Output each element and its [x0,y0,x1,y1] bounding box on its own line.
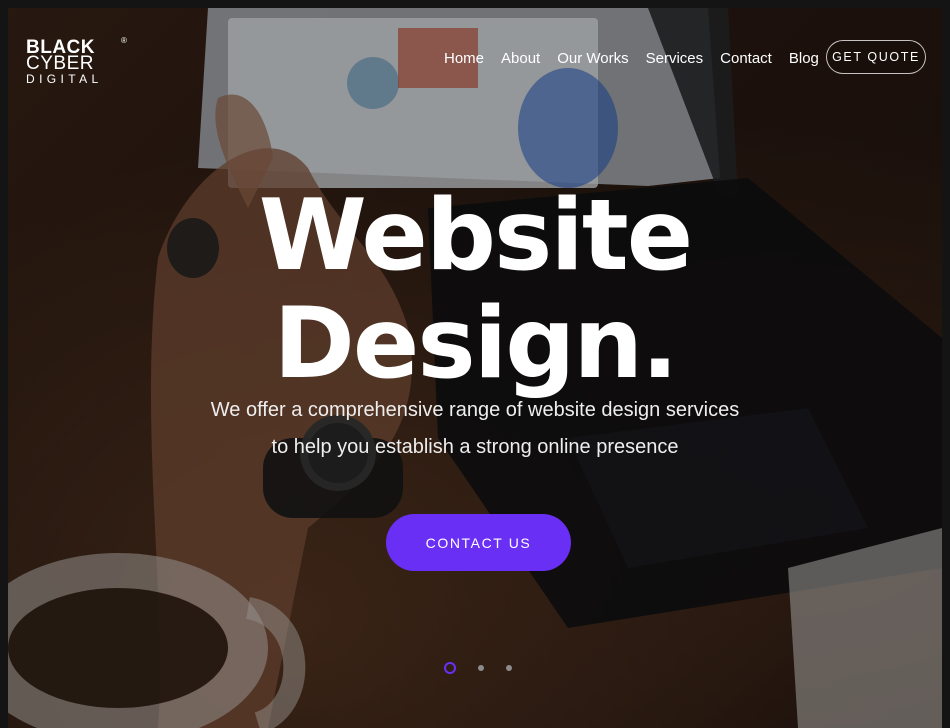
hero-section: BLACK CYBER DIGITAL ® Home About Our Wor… [8,8,942,728]
slider-pagination [444,662,512,674]
get-quote-button[interactable]: GET QUOTE [826,40,926,74]
nav-home[interactable]: Home [444,50,484,68]
slide-dot-2[interactable] [478,665,484,671]
nav-contact[interactable]: Contact [720,50,772,68]
nav-blog[interactable]: Blog [789,50,819,68]
slide-dot-3[interactable] [506,665,512,671]
hero-subtitle-line1: We offer a comprehensive range of websit… [210,399,740,421]
nav-our-works[interactable]: Our Works [557,50,628,68]
nav-about[interactable]: About [501,50,540,68]
brand-logo[interactable]: BLACK CYBER DIGITAL ® [26,36,127,86]
registered-mark: ® [121,36,127,45]
logo-line-digital: DIGITAL [26,72,103,86]
logo-line-cyber: CYBER [26,53,94,74]
main-nav: Home About Our Works Services Contact Bl… [444,50,836,68]
contact-us-button[interactable]: CONTACT US [386,514,571,571]
hero-subtitle-line2: to help you establish a strong online pr… [271,436,679,458]
hero-headline-line1: Website [258,179,693,293]
slide-dot-1-active[interactable] [444,662,456,674]
nav-services[interactable]: Services [646,50,704,68]
hero-headline-line2: Design. [273,287,679,401]
